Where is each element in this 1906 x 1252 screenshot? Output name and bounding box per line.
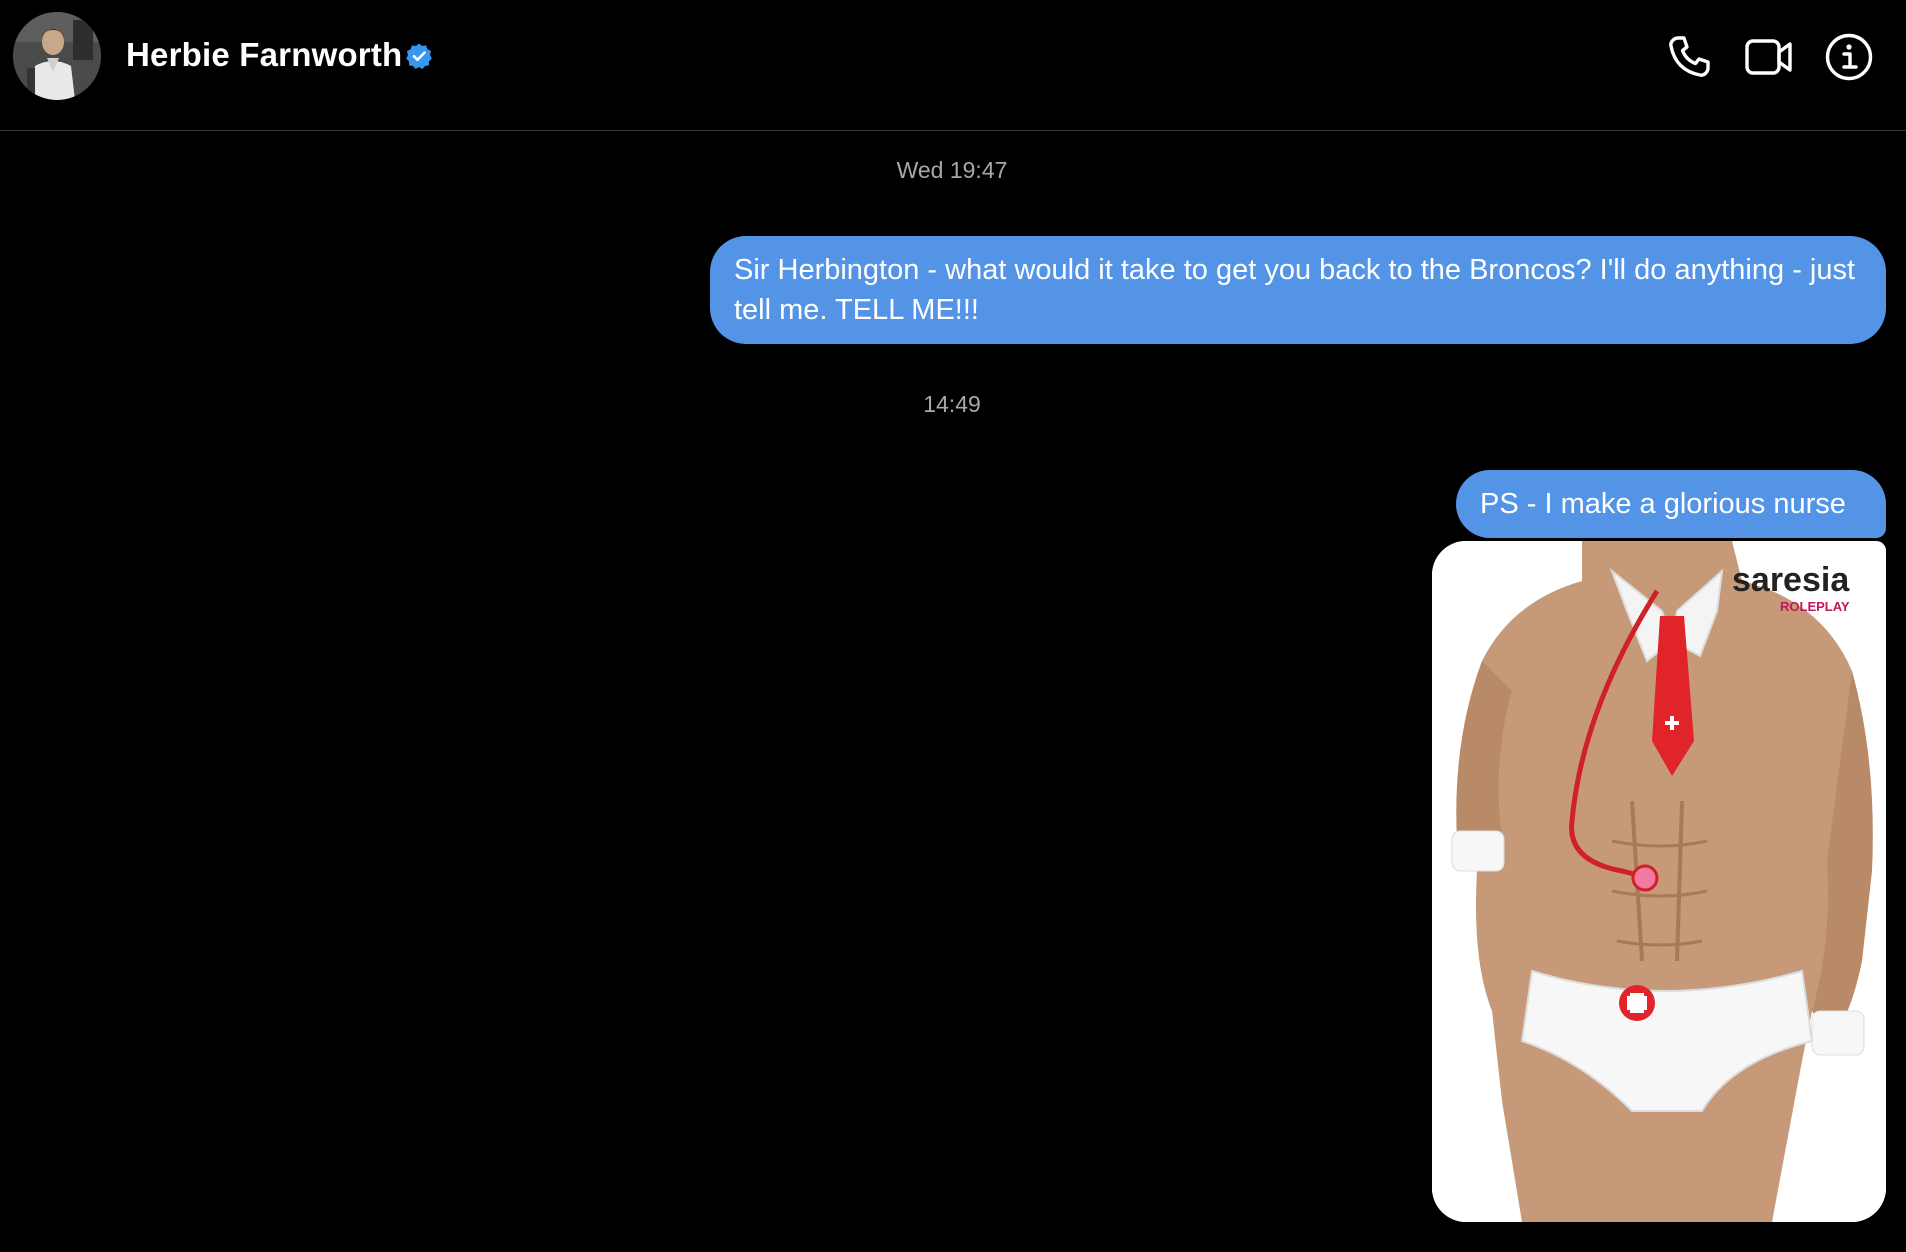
- message-timestamp: 14:49: [923, 391, 981, 417]
- outgoing-message-bubble[interactable]: PS - I make a glorious nurse: [1456, 470, 1886, 538]
- avatar[interactable]: [13, 12, 101, 100]
- outgoing-message-bubble[interactable]: Sir Herbington - what would it take to g…: [710, 236, 1886, 344]
- message-timestamp: Wed 19:47: [896, 157, 1008, 183]
- watermark-brand: saresia: [1732, 561, 1850, 599]
- chat-header: Herbie Farnworth: [0, 0, 1906, 131]
- contact-name[interactable]: Herbie Farnworth: [126, 36, 402, 74]
- chat-window: Herbie Farnworth Wed 19:47 Sir Herbingto…: [0, 0, 1906, 1252]
- avatar-image: [13, 12, 101, 100]
- video-camera-icon[interactable]: [1744, 32, 1794, 82]
- phone-icon[interactable]: [1664, 32, 1714, 82]
- shared-image[interactable]: saresia ROLEPLAY: [1432, 541, 1886, 1222]
- info-icon[interactable]: [1824, 32, 1874, 82]
- watermark-sub: ROLEPLAY: [1780, 599, 1850, 614]
- verified-badge-icon: [405, 42, 433, 70]
